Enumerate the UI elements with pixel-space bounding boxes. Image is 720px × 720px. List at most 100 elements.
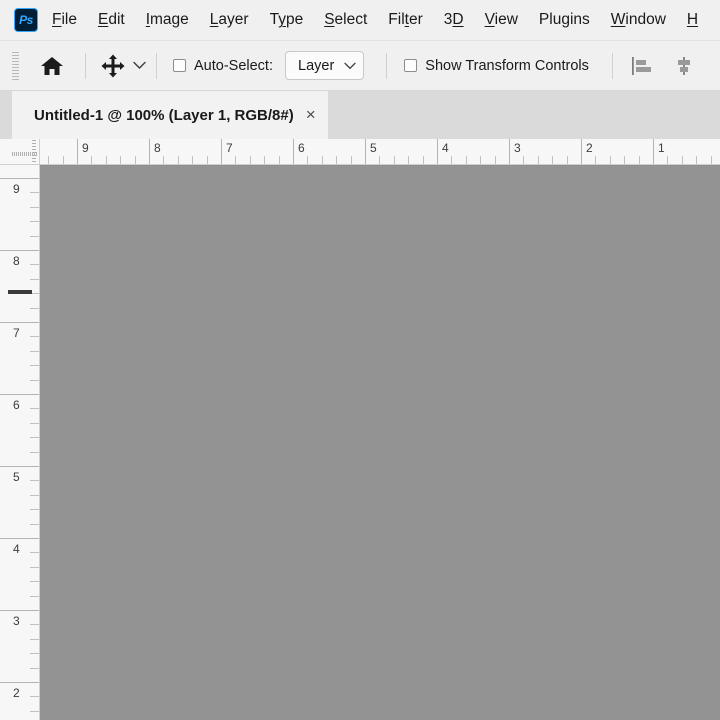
ruler-tick-minor [63, 156, 64, 164]
options-bar-grip[interactable] [12, 51, 19, 80]
photoshop-logo-icon[interactable]: Ps [14, 8, 38, 32]
options-bar-divider-1 [85, 52, 86, 79]
ruler-tick-major [149, 139, 150, 164]
ruler-label: 9 [82, 141, 89, 155]
canvas[interactable] [40, 165, 720, 720]
show-transform-controls-checkbox[interactable] [404, 59, 418, 72]
ruler-tick-minor [30, 596, 39, 597]
ruler-label: 2 [586, 141, 593, 155]
auto-select-checkbox[interactable] [173, 59, 186, 72]
ruler-tick-major [0, 538, 39, 539]
ruler-tick-minor [30, 624, 39, 625]
options-bar-divider-3 [386, 52, 388, 79]
menu-item-layer[interactable]: Layer [210, 10, 249, 30]
ruler-tick-major [0, 250, 39, 251]
ruler-tick-minor [610, 156, 611, 164]
ruler-tick-minor [30, 308, 39, 309]
ruler-tick-major [77, 139, 78, 164]
menu-item-file[interactable]: File [52, 10, 77, 30]
ruler-tick-minor [48, 156, 49, 164]
move-tool-icon[interactable] [96, 50, 130, 82]
ruler-tick-minor [408, 156, 409, 164]
ruler-tick-minor [120, 156, 121, 164]
ruler-tick-minor [523, 156, 524, 164]
ruler-label: 1 [658, 141, 665, 155]
menu-item-h[interactable]: H [687, 10, 698, 30]
options-bar: Auto-Select: Layer Show Transform Contro… [0, 41, 720, 91]
ruler-tick-minor [250, 156, 251, 164]
vertical-ruler[interactable]: 9 8 7 6 5 4 3 2 [0, 165, 40, 720]
ruler-tick-minor [30, 581, 39, 582]
ruler-tick-minor [279, 156, 280, 164]
ruler-tick-minor [30, 495, 39, 496]
ruler-tick-minor [336, 156, 337, 164]
ruler-tick-minor [30, 524, 39, 525]
ruler-corner-marks-vertical [32, 140, 36, 164]
ruler-tick-minor [711, 156, 712, 164]
ruler-label: 2 [13, 686, 20, 700]
ruler-tick-minor [639, 156, 640, 164]
ruler-tick-minor [451, 156, 452, 164]
auto-select-scope-dropdown[interactable]: Layer [285, 51, 365, 80]
ruler-tick-minor [595, 156, 596, 164]
menu-item-view[interactable]: View [485, 10, 518, 30]
ruler-tick-minor [682, 156, 683, 164]
menu-item-window[interactable]: Window [611, 10, 666, 30]
ruler-tick-minor [480, 156, 481, 164]
ruler-tick-minor [30, 509, 39, 510]
ruler-tick-major [221, 139, 222, 164]
ruler-tick-minor [466, 156, 467, 164]
align-left-edges-icon[interactable] [627, 51, 657, 81]
menu-item-edit[interactable]: Edit [98, 10, 125, 30]
close-icon[interactable]: × [294, 91, 328, 139]
ruler-tick-major [365, 139, 366, 164]
show-transform-controls-label: Show Transform Controls [425, 57, 589, 74]
ruler-corner[interactable] [0, 139, 40, 165]
ruler-label: 3 [514, 141, 521, 155]
ruler-tick-minor [30, 639, 39, 640]
menu-item-type[interactable]: Type [270, 10, 304, 30]
menu-item-select[interactable]: Select [324, 10, 367, 30]
ruler-label: 8 [13, 254, 20, 268]
menu-item-3d[interactable]: 3D [444, 10, 464, 30]
ruler-tick-minor [30, 236, 39, 237]
ruler-label: 5 [13, 470, 20, 484]
ruler-label: 8 [154, 141, 161, 155]
menu-item-image[interactable]: Image [146, 10, 189, 30]
ruler-label: 5 [370, 141, 377, 155]
document-tab-bar: Untitled-1 @ 100% (Layer 1, RGB/8#) × [0, 91, 720, 139]
ruler-tick-minor [394, 156, 395, 164]
ruler-tick-major [581, 139, 582, 164]
ruler-tick-minor [30, 452, 39, 453]
menu-item-filter[interactable]: Filter [388, 10, 422, 30]
ruler-tick-minor [423, 156, 424, 164]
ruler-tick-major [0, 610, 39, 611]
ruler-tick-minor [30, 207, 39, 208]
ruler-tick-major [0, 466, 39, 467]
ruler-label: 6 [298, 141, 305, 155]
ruler-tick-minor [30, 279, 39, 280]
ruler-tick-minor [30, 552, 39, 553]
ruler-tick-minor [30, 696, 39, 697]
ruler-tick-minor [207, 156, 208, 164]
horizontal-ruler[interactable]: 9 8 7 6 5 4 3 2 1 [40, 139, 720, 165]
ruler-tick-minor [30, 480, 39, 481]
ruler-label: 7 [13, 326, 20, 340]
ruler-tick-major [0, 322, 39, 323]
menu-item-plugins[interactable]: Plugins [539, 10, 590, 30]
ruler-tick-major [293, 139, 294, 164]
tool-preset-chevron-down-icon[interactable] [130, 51, 148, 81]
document-tab[interactable]: Untitled-1 @ 100% (Layer 1, RGB/8#) × [12, 91, 328, 139]
ruler-tick-minor [307, 156, 308, 164]
ruler-tick-minor [30, 221, 39, 222]
ruler-label: 9 [13, 182, 20, 196]
menu-bar: Ps File Edit Image Layer Type Select Filter 3D V… [0, 0, 720, 41]
options-bar-divider-2 [156, 52, 157, 79]
ruler-tick-minor [30, 437, 39, 438]
home-icon[interactable] [35, 50, 69, 82]
align-horizontal-centers-icon[interactable] [669, 51, 699, 81]
auto-select-scope-value: Layer [298, 57, 335, 74]
ruler-position-marker [8, 290, 32, 294]
ruler-tick-minor [667, 156, 668, 164]
menu-item-list: File Edit Image Layer Type Select Filter 3D View… [52, 10, 719, 30]
